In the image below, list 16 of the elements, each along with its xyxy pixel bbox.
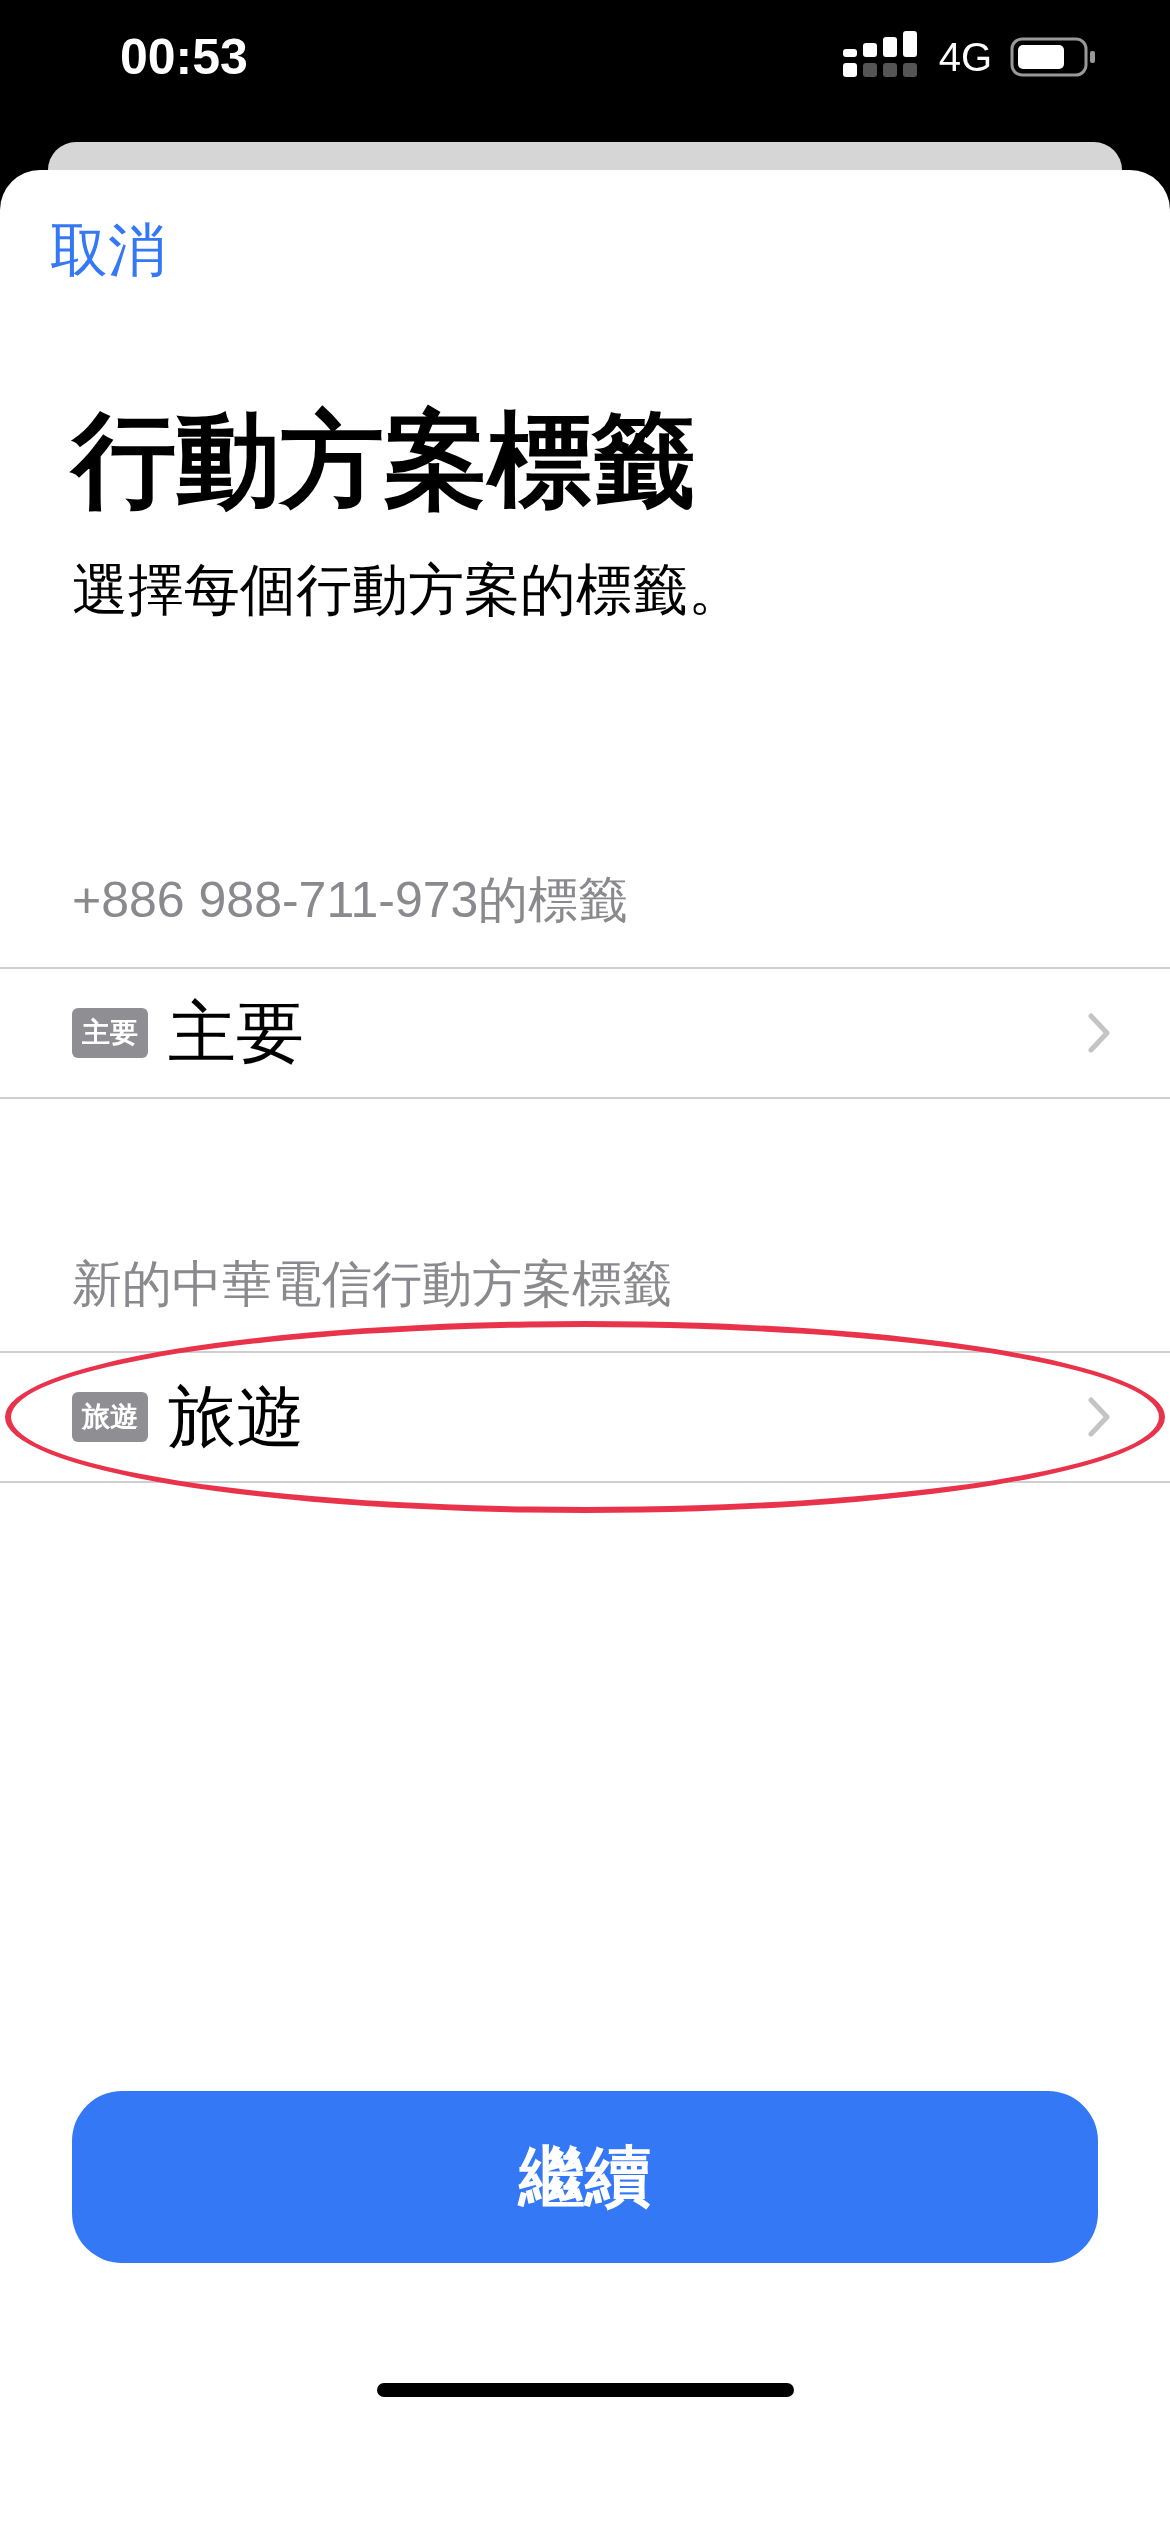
cancel-button[interactable]: 取消 <box>50 215 166 285</box>
plan-label: 旅遊 <box>168 1376 305 1456</box>
label-badge: 旅遊 <box>72 1392 148 1442</box>
continue-button[interactable]: 繼續 <box>72 2091 1098 2263</box>
chevron-icon <box>1088 1397 1110 1437</box>
section-header: +886 988-711-973的標籤 <box>72 871 630 930</box>
battery-icon <box>1010 37 1096 77</box>
status-time: 00:53 <box>120 28 248 86</box>
section-header: 新的中華電信行動方案標籤 <box>72 1255 673 1314</box>
chevron-icon <box>1088 1013 1110 1053</box>
label-badge: 主要 <box>72 1008 148 1058</box>
page-subtitle: 選擇每個行動方案的標籤。 <box>72 557 745 623</box>
plan-label: 主要 <box>168 992 305 1072</box>
plan-label-row[interactable]: 主要 主要 <box>0 967 1170 1099</box>
network-type: 4G <box>938 34 992 80</box>
plan-label-row[interactable]: 旅遊 旅遊 <box>0 1351 1170 1483</box>
